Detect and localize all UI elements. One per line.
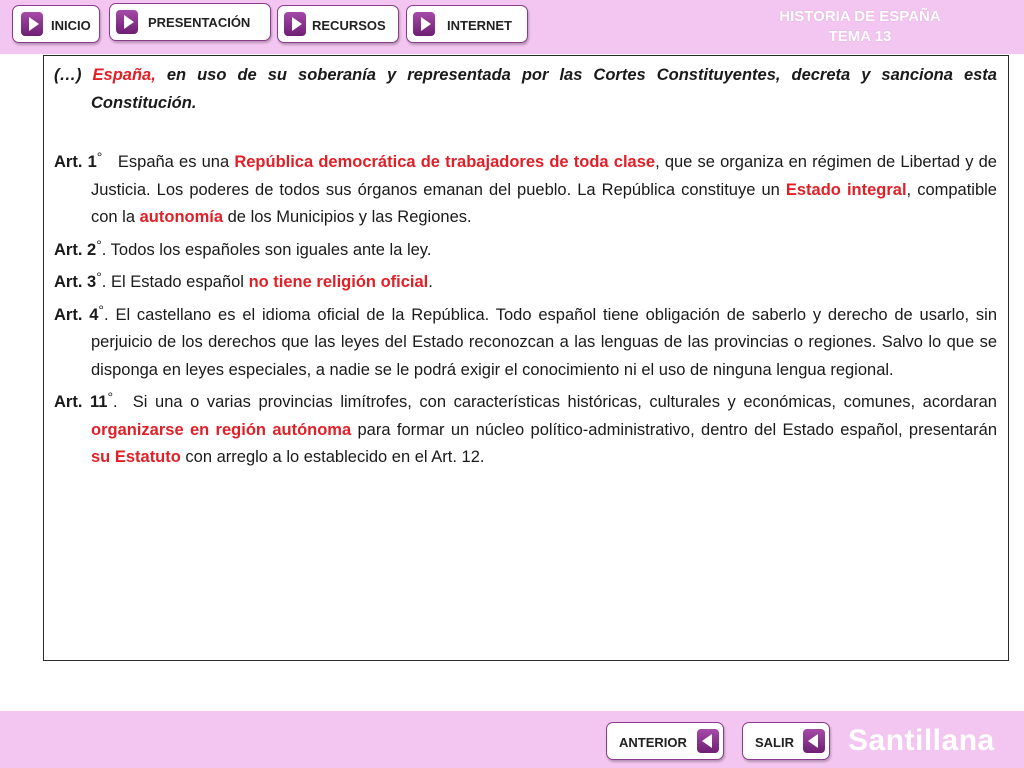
article-11-text: . Si una o varias provincias limítrofes,…	[113, 393, 1002, 411]
article-3-text: .	[428, 273, 433, 291]
course-subject: HISTORIA DE ESPAÑA	[779, 8, 941, 25]
internet-button[interactable]: INTERNET	[406, 5, 528, 43]
internet-label: INTERNET	[447, 18, 512, 33]
course-topic: TEMA 13	[828, 28, 892, 45]
article-1-label: Art. 1	[54, 153, 97, 171]
article-1-text: España es una	[102, 153, 235, 171]
inicio-button[interactable]: INICIO	[12, 5, 100, 43]
article-1-highlight-autonomia: autonomía	[139, 208, 224, 226]
course-title: HISTORIA DE ESPAÑA TEMA 13	[700, 7, 1020, 47]
article-1-highlight-estado: Estado integral	[785, 180, 907, 199]
play-right-icon	[413, 12, 435, 36]
salir-button[interactable]: SALIR	[742, 722, 830, 760]
article-11-text: con arreglo a lo establecido en el Art. …	[180, 448, 485, 466]
intro-rest: en uso de su soberanía y representada po…	[91, 66, 997, 112]
play-left-icon	[697, 729, 719, 753]
anterior-label: ANTERIOR	[619, 735, 687, 750]
salir-label: SALIR	[755, 735, 794, 750]
article-3-label: Art. 3	[54, 273, 97, 291]
intro-spain: España,	[92, 66, 156, 84]
play-left-icon	[803, 729, 825, 753]
article-11-highlight-estatuto: su Estatuto	[91, 448, 181, 466]
article-3-highlight: no tiene religión oficial	[248, 273, 429, 291]
presentacion-button[interactable]: PRESENTACIÓN	[109, 3, 271, 41]
play-right-icon	[116, 10, 138, 34]
article-4-label: Art. 4	[54, 305, 99, 324]
article-3-text: . El Estado español	[101, 273, 249, 291]
article-3: Art. 3°. El Estado español no tiene reli…	[54, 264, 997, 297]
article-4-text: . El castellano es el idioma oficial de …	[91, 305, 997, 379]
article-1-highlight-republica: República democrática de trabajadores de…	[234, 153, 656, 171]
article-4: Art. 4°. El castellano es el idioma ofic…	[54, 297, 997, 385]
presentacion-label: PRESENTACIÓN	[148, 15, 251, 30]
article-1-text: de los Municipios y las Regiones.	[223, 208, 472, 226]
recursos-button[interactable]: RECURSOS	[277, 5, 399, 43]
article-2-text: . Todos los españoles son iguales ante l…	[101, 240, 432, 259]
play-right-icon	[284, 12, 306, 36]
article-2: Art. 2°. Todos los españoles son iguales…	[54, 232, 997, 265]
play-right-icon	[21, 12, 43, 36]
article-11-text: para formar un núcleo político-administr…	[351, 420, 997, 439]
intro-lead: (…)	[54, 66, 93, 84]
anterior-button[interactable]: ANTERIOR	[606, 722, 724, 760]
article-11: Art. 11°. Si una o varias provincias lim…	[54, 384, 997, 472]
article-11-highlight-region: organizarse en región autónoma	[91, 420, 352, 439]
article-11-label: Art. 11	[54, 393, 108, 411]
inicio-label: INICIO	[51, 18, 91, 33]
article-1: Art. 1° España es una República democrát…	[54, 144, 997, 232]
intro-paragraph: (…) España, en uso de su soberanía y rep…	[54, 62, 997, 117]
santillana-logo: Santillana	[848, 724, 995, 757]
constitution-text-box: (…) España, en uso de su soberanía y rep…	[43, 55, 1009, 661]
article-2-label: Art. 2	[54, 240, 97, 259]
recursos-label: RECURSOS	[312, 18, 386, 33]
